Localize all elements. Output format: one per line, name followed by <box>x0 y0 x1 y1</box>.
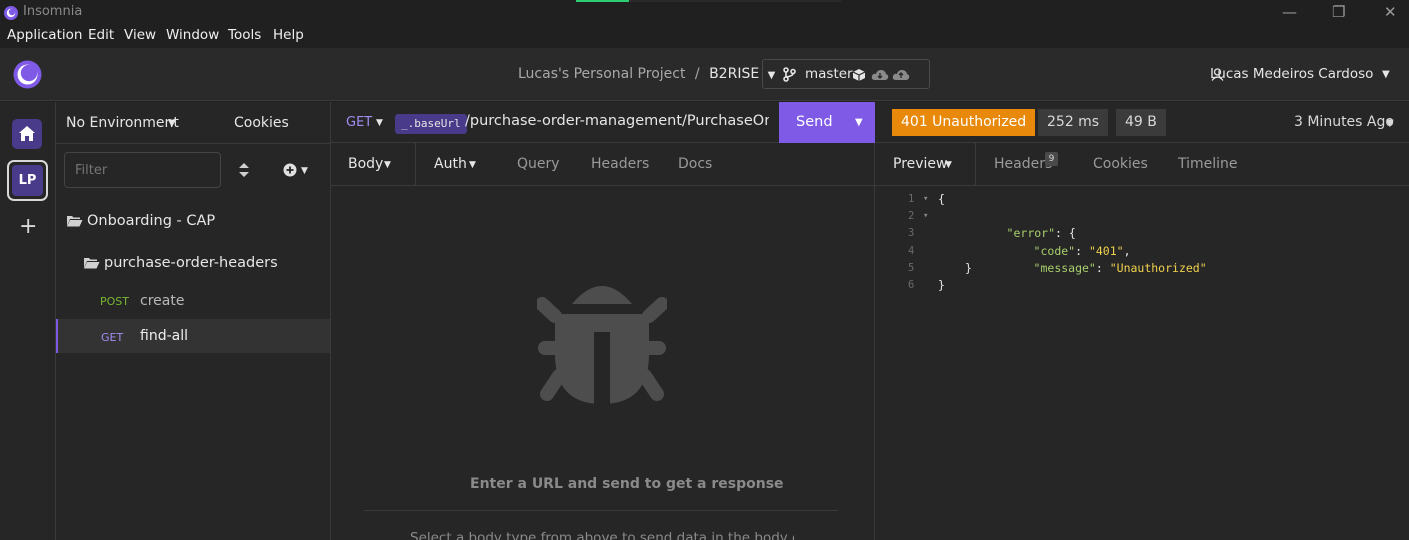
filter-input[interactable] <box>64 152 221 188</box>
tab-preview[interactable]: Preview <box>893 156 948 172</box>
response-history[interactable]: 3 Minutes Ago <box>1294 114 1394 130</box>
bug-icon <box>537 286 667 404</box>
send-button[interactable]: Send <box>796 114 833 130</box>
breadcrumb-separator: / <box>694 66 700 82</box>
request-item-create[interactable]: POST create <box>56 285 330 318</box>
tab-divider <box>415 143 416 186</box>
request-method-post: POST <box>100 295 129 308</box>
title-bar <box>0 0 1409 24</box>
auth-chevron-down-icon[interactable]: ▼ <box>469 160 476 170</box>
request-name: find-all <box>140 328 188 344</box>
code-line: 3 "code": "401", <box>890 225 1400 257</box>
preview-chevron-down-icon[interactable]: ▼ <box>945 160 952 170</box>
code-line: 4 "message": "Unauthorized" <box>890 243 1400 275</box>
code-line: 2 ▾ "error": { <box>890 208 1400 240</box>
fold-chevron-icon[interactable]: ▾ <box>923 191 928 208</box>
home-button[interactable] <box>12 119 42 149</box>
request-method-get: GET <box>101 331 124 344</box>
menu-tools[interactable]: Tools <box>228 27 261 43</box>
method-select[interactable]: GET <box>346 115 372 130</box>
branch-name: master <box>805 66 853 82</box>
size-badge: 49 B <box>1116 109 1166 136</box>
insomnia-logo-icon <box>4 6 18 20</box>
status-badge: 401 Unauthorized <box>892 109 1036 136</box>
tab-timeline[interactable]: Timeline <box>1178 156 1238 172</box>
request-item-find-all[interactable]: GET find-all <box>56 319 330 353</box>
menu-window[interactable]: Window <box>166 27 219 43</box>
user-name[interactable]: Lucas Medeiros Cardoso <box>1210 66 1373 82</box>
empty-state-hint: Select a body type from above to send da… <box>410 530 794 540</box>
folder-open-icon <box>67 216 83 227</box>
code-text: { <box>938 192 945 206</box>
fold-chevron-icon[interactable]: ▾ <box>923 208 928 225</box>
line-number: 2 <box>908 210 915 223</box>
tab-headers[interactable]: Headers <box>591 156 649 172</box>
line-number: 1 <box>908 193 915 205</box>
empty-state-divider <box>364 510 838 511</box>
insomnia-home-logo-icon[interactable] <box>12 59 43 90</box>
tab-auth[interactable]: Auth <box>434 156 467 172</box>
cloud-download-icon[interactable] <box>871 68 889 82</box>
cookies-button[interactable]: Cookies <box>234 115 289 131</box>
base-url-tag[interactable]: _.baseUrl <box>395 114 467 134</box>
breadcrumb: Lucas's Personal Project / B2RISE ▼ <box>518 66 775 82</box>
home-icon <box>19 126 35 141</box>
request-name: create <box>140 293 185 309</box>
close-button[interactable]: ✕ <box>1384 3 1397 21</box>
empty-state-title: Enter a URL and send to get a response <box>470 476 784 492</box>
menu-application[interactable]: Application <box>7 27 82 43</box>
send-button-group: Send ▼ <box>779 102 875 143</box>
body-chevron-down-icon[interactable]: ▼ <box>384 160 391 170</box>
code-line: 5 } <box>890 260 1400 277</box>
tab-body[interactable]: Body <box>348 156 383 172</box>
method-chevron-down-icon[interactable]: ▼ <box>376 118 383 128</box>
tab-docs[interactable]: Docs <box>678 156 712 172</box>
tab-response-cookies[interactable]: Cookies <box>1093 156 1148 172</box>
tab-response-headers[interactable]: Headers <box>994 156 1052 172</box>
code-line: 6 } <box>890 277 1400 294</box>
git-branch-icon <box>783 67 796 82</box>
folder-purchase-order-headers[interactable]: purchase-order-headers <box>104 255 278 271</box>
menu-view[interactable]: View <box>124 27 156 43</box>
tab-query[interactable]: Query <box>517 156 560 172</box>
history-chevron-down-icon[interactable]: ▼ <box>1386 118 1394 129</box>
add-circle-icon[interactable] <box>283 163 297 177</box>
environment-select[interactable]: No Environment <box>66 115 179 131</box>
cube-icon <box>852 69 866 81</box>
breadcrumb-workspace[interactable]: B2RISE <box>709 66 759 82</box>
line-number: 3 <box>908 227 915 240</box>
url-input[interactable]: /purchase-order-management/PurchaseOrder… <box>465 113 769 133</box>
add-project-button[interactable]: + <box>19 214 37 239</box>
project-avatar: LP <box>12 165 43 196</box>
tab-divider <box>975 143 976 186</box>
app-title: Insomnia <box>23 4 83 19</box>
title-accent-track <box>629 0 841 2</box>
environment-chevron-down-icon[interactable]: ▼ <box>168 118 176 129</box>
folder-onboarding-cap[interactable]: Onboarding - CAP <box>87 213 215 229</box>
sort-icon[interactable] <box>238 162 250 178</box>
breadcrumb-project[interactable]: Lucas's Personal Project <box>518 66 685 82</box>
code-text: } <box>965 260 972 275</box>
line-number: 4 <box>908 244 915 257</box>
cloud-upload-icon[interactable] <box>892 68 910 82</box>
branch-button[interactable]: master <box>762 59 930 89</box>
line-number: 5 <box>908 261 915 274</box>
time-badge: 252 ms <box>1038 109 1109 136</box>
folder-open-icon <box>84 258 100 269</box>
response-code-viewer[interactable]: 1 ▾ { 2 ▾ "error": { 3 "code": "401", 4 … <box>890 191 1400 301</box>
minimize-button[interactable]: — <box>1282 3 1297 21</box>
code-text: } <box>938 277 945 292</box>
user-chevron-down-icon[interactable]: ▼ <box>1382 69 1390 80</box>
menu-help[interactable]: Help <box>273 27 304 43</box>
line-number: 6 <box>908 278 915 291</box>
sidebar-divider <box>56 143 330 144</box>
restore-button[interactable]: ❐ <box>1332 3 1345 21</box>
add-chevron-down-icon[interactable]: ▼ <box>301 166 308 176</box>
send-options-chevron-down-icon[interactable]: ▼ <box>855 117 863 128</box>
code-line: 1 ▾ { <box>890 191 1400 208</box>
title-accent <box>576 0 629 2</box>
project-avatar-frame[interactable]: LP <box>7 160 48 201</box>
headers-count-badge: 9 <box>1045 152 1058 166</box>
menu-edit[interactable]: Edit <box>88 27 114 43</box>
